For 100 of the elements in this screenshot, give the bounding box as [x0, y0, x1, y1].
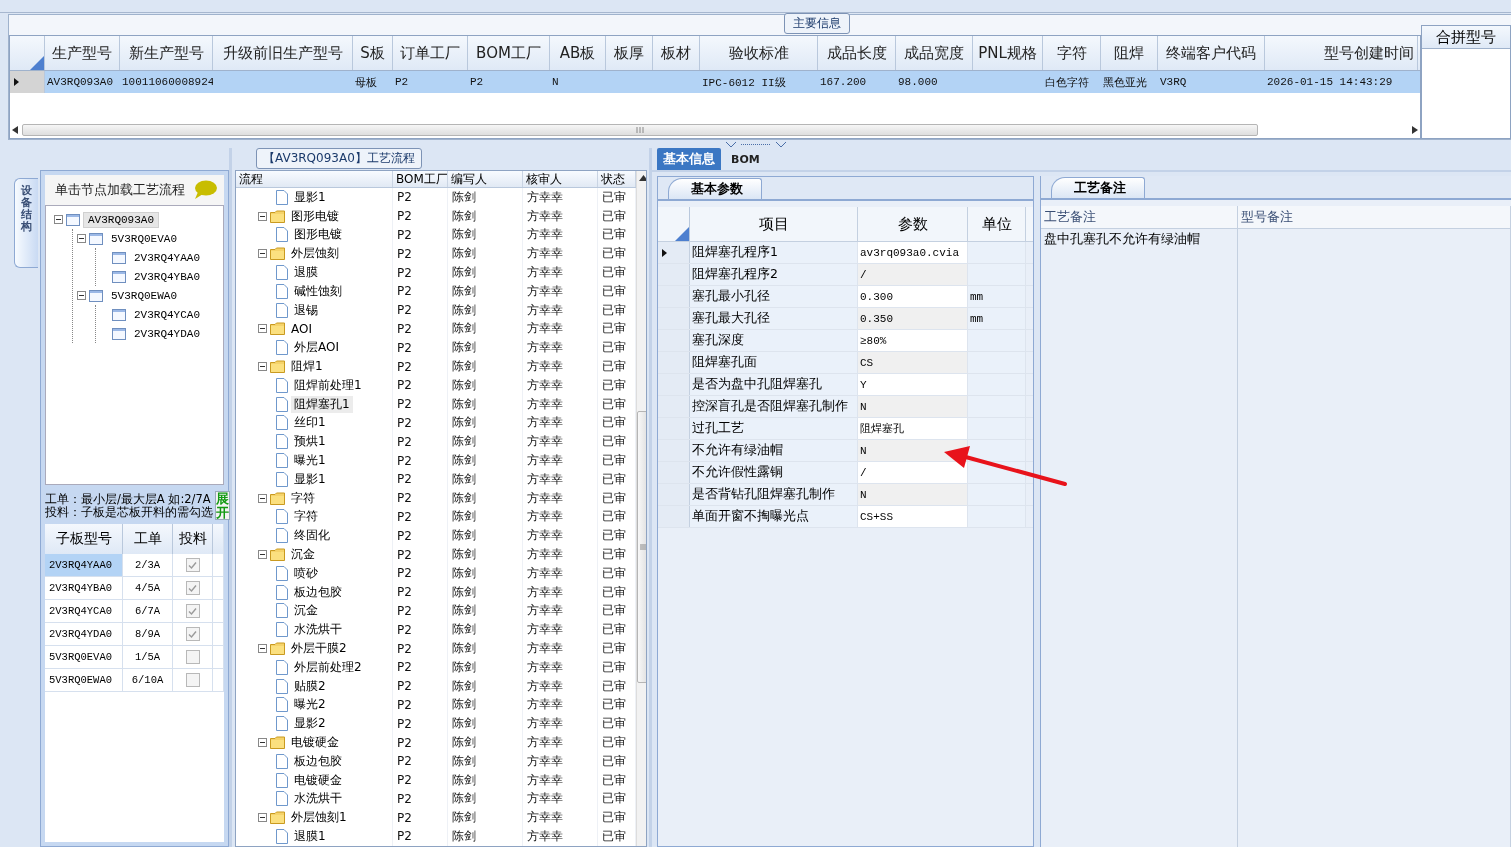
row-header[interactable]: [658, 242, 690, 263]
table-row[interactable]: AV3RQ093A0 10011060008924 母板 P2 P2 N IPC-6012 II级 167.200 98.000 白色字符 黑色亚光 V3RQ 2026-01-15 14:43:29: [10, 71, 1420, 93]
column-header[interactable]: BOM工厂: [393, 171, 448, 187]
checkbox[interactable]: [185, 650, 200, 665]
column-header[interactable]: 终端客户代码: [1158, 36, 1265, 70]
column-header[interactable]: 合拼型号: [1422, 26, 1510, 49]
column-header[interactable]: 字符: [1043, 36, 1101, 70]
row-header[interactable]: [10, 71, 45, 93]
tree-node[interactable]: AV3RQ093A0: [83, 211, 159, 228]
checkbox[interactable]: [185, 627, 200, 642]
column-header[interactable]: 工单: [123, 524, 173, 555]
collapse-icon[interactable]: [54, 215, 63, 224]
collapse-icon[interactable]: [77, 291, 86, 300]
table-cell[interactable]: 5V3RQ0EVA0: [45, 646, 123, 669]
checkbox[interactable]: [185, 558, 200, 573]
column-header[interactable]: 型号备注: [1238, 206, 1511, 228]
collapse-icon[interactable]: [258, 362, 267, 372]
tree-node[interactable]: 2V3RQ4YDA0: [129, 325, 205, 342]
tree-node[interactable]: 水洗烘干: [291, 621, 345, 639]
tree-node[interactable]: 字符: [288, 489, 318, 507]
collapse-icon[interactable]: [258, 211, 267, 221]
splitter-grip-icon[interactable]: [725, 141, 786, 147]
column-header[interactable]: 验收标准: [700, 36, 818, 70]
tree-node[interactable]: 电镀硬金: [288, 734, 342, 751]
table-cell[interactable]: 2V3RQ4YBA0: [45, 577, 123, 600]
collapse-icon[interactable]: [258, 644, 267, 653]
tree-node[interactable]: 图形电镀: [288, 207, 342, 225]
tree-node[interactable]: 显影2: [291, 715, 329, 733]
column-header[interactable]: 项目: [690, 207, 858, 241]
tree-node[interactable]: 字符: [291, 508, 321, 526]
tree-node[interactable]: 5V3RQ0EWA0: [106, 287, 182, 304]
tree-node[interactable]: 显影1: [291, 188, 329, 206]
tab[interactable]: BOM: [725, 148, 766, 170]
column-header[interactable]: 升级前旧生产型号: [213, 36, 353, 70]
column-header[interactable]: 单位: [968, 207, 1026, 241]
column-header[interactable]: BOM工厂: [468, 36, 550, 70]
tree-node[interactable]: 图形电镀: [291, 226, 345, 244]
column-header[interactable]: 工艺备注: [1041, 206, 1238, 228]
column-header[interactable]: 订单工厂: [393, 36, 468, 70]
tree-node[interactable]: 5V3RQ0EVA0: [106, 230, 182, 247]
side-tab[interactable]: 设备结构: [14, 178, 38, 268]
column-header[interactable]: 流程: [236, 171, 393, 187]
column-header[interactable]: S板: [353, 36, 393, 70]
tree-node[interactable]: 丝印1: [291, 414, 329, 432]
table-cell[interactable]: 2V3RQ4YCA0: [45, 600, 123, 623]
tree-node[interactable]: 2V3RQ4YAA0: [129, 249, 205, 266]
column-header[interactable]: 阻焊: [1101, 36, 1158, 70]
tree-node[interactable]: 电镀硬金: [291, 771, 345, 789]
collapse-icon[interactable]: [258, 493, 267, 503]
tree-node[interactable]: 预烘1: [291, 433, 329, 451]
checkbox[interactable]: [185, 673, 200, 688]
tree-node[interactable]: 退锡: [291, 301, 321, 319]
collapse-icon[interactable]: [258, 324, 267, 334]
table-cell[interactable]: 2V3RQ4YAA0: [45, 554, 123, 577]
tree-node[interactable]: 沉金: [291, 602, 321, 620]
tree-node[interactable]: 退膜1: [291, 828, 329, 845]
tree-node[interactable]: 终固化: [291, 527, 333, 545]
tree-node[interactable]: 外层蚀刻: [288, 245, 342, 263]
column-header[interactable]: 新生产型号: [120, 36, 213, 70]
column-header[interactable]: 编写人: [448, 171, 523, 187]
column-header[interactable]: 型号创建时间: [1265, 36, 1418, 70]
tree-node[interactable]: AOI: [288, 321, 315, 336]
column-header[interactable]: 核审人: [523, 171, 598, 187]
tree-node[interactable]: 板边包胶: [291, 752, 345, 770]
tree-node[interactable]: 阻焊前处理1: [291, 376, 365, 394]
tree-node[interactable]: 2V3RQ4YCA0: [129, 306, 205, 323]
column-header[interactable]: 参数: [858, 207, 968, 241]
tree-node[interactable]: 沉金: [288, 546, 318, 564]
collapse-icon[interactable]: [258, 249, 267, 259]
checkbox[interactable]: [185, 604, 200, 619]
table-cell[interactable]: 2V3RQ4YDA0: [45, 623, 123, 646]
table-cell[interactable]: 5V3RQ0EWA0: [45, 669, 123, 692]
tree-node[interactable]: 显影1: [291, 470, 329, 488]
tree-node[interactable]: 2V3RQ4YBA0: [129, 268, 205, 285]
tree-node[interactable]: 外层干膜2: [288, 640, 350, 657]
tree-node[interactable]: 曝光1: [291, 452, 329, 470]
collapse-icon[interactable]: [258, 550, 267, 560]
panel-tab[interactable]: 基本参数: [668, 178, 762, 199]
scroll-left-icon[interactable]: [12, 126, 18, 134]
scroll-up-icon[interactable]: [639, 175, 646, 181]
tree-node[interactable]: 阻焊1: [288, 358, 326, 376]
tree-node[interactable]: 贴膜2: [291, 677, 329, 695]
tree-node[interactable]: 曝光2: [291, 696, 329, 714]
column-header[interactable]: 投料: [173, 524, 213, 555]
column-header[interactable]: 成品长度: [818, 36, 896, 70]
tree-node[interactable]: 碱性蚀刻: [291, 282, 345, 300]
panel-tab[interactable]: 工艺备注: [1051, 177, 1145, 198]
collapse-icon[interactable]: [258, 738, 267, 747]
column-header[interactable]: 生产型号: [45, 36, 120, 70]
tree-node[interactable]: 喷砂: [291, 564, 321, 582]
tree-node[interactable]: 外层AOI: [291, 339, 342, 357]
column-header[interactable]: PNL规格: [973, 36, 1043, 70]
tree-node[interactable]: 退膜: [291, 264, 321, 282]
tree-node[interactable]: 阻焊塞孔1: [291, 395, 353, 413]
scrollbar-thumb[interactable]: [22, 124, 1258, 136]
collapse-icon[interactable]: [77, 234, 86, 243]
tree-node[interactable]: 水洗烘干: [291, 790, 345, 808]
collapse-icon[interactable]: [258, 813, 267, 823]
tab[interactable]: 基本信息: [657, 148, 721, 170]
checkbox[interactable]: [185, 581, 200, 596]
